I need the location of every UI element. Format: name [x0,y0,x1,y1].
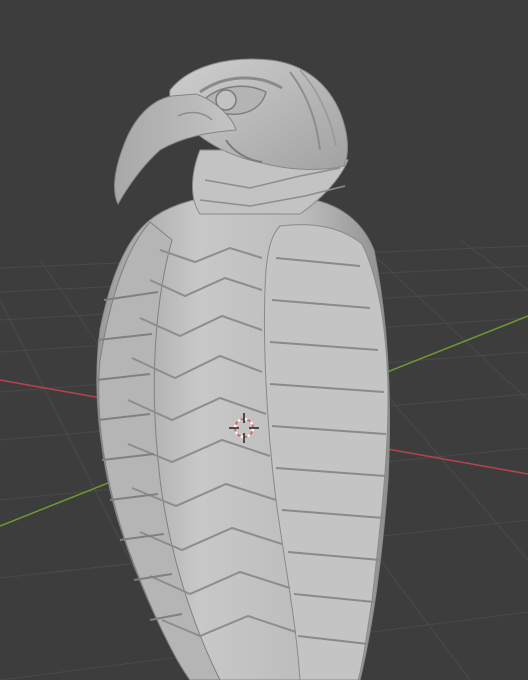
3d-viewport[interactable] [0,0,528,680]
bird-sculpture[interactable] [95,58,390,680]
